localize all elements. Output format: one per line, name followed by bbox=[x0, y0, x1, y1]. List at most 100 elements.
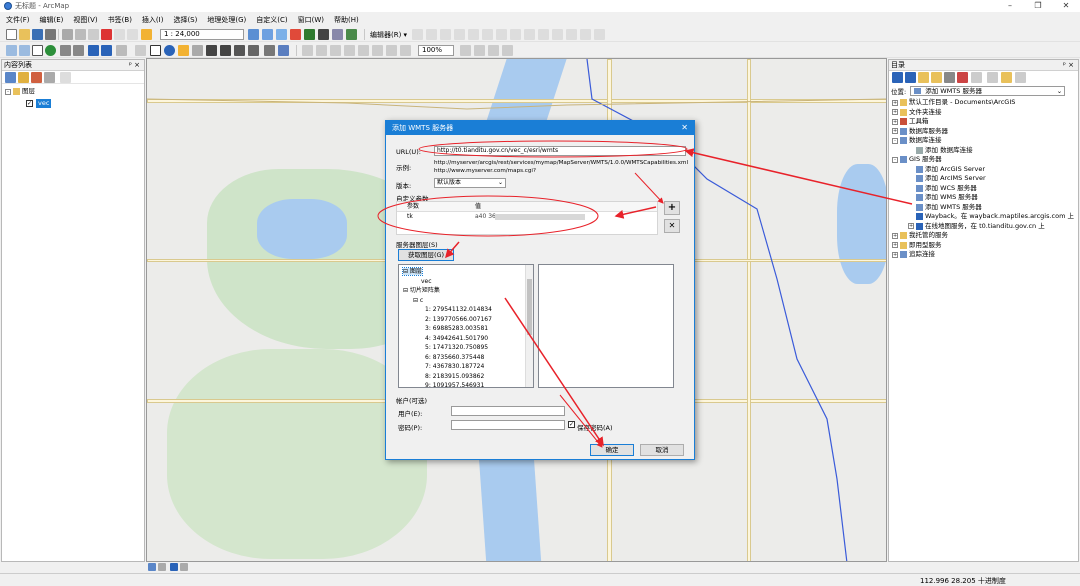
menu-item[interactable]: 书签(B) bbox=[108, 15, 132, 25]
open-folder-icon[interactable] bbox=[19, 29, 30, 40]
pan-icon[interactable] bbox=[32, 45, 43, 56]
list-by-source-icon[interactable] bbox=[18, 72, 29, 83]
vertex-icon[interactable] bbox=[524, 29, 535, 40]
rotate-icon[interactable] bbox=[482, 29, 493, 40]
tree-scrollbar[interactable] bbox=[525, 265, 533, 387]
catalog-tree-item[interactable]: + 在线地图服务，在 t0.tianditu.gov.cn 上 bbox=[892, 222, 1078, 232]
location-input[interactable]: 添加 WMTS 服务器 ⌄ bbox=[910, 85, 1066, 96]
params-row[interactable]: tk a40 36 bbox=[397, 212, 657, 222]
server-layer-tree-item[interactable]: 5: 17471320.750895 bbox=[399, 343, 533, 353]
collapse-icon[interactable]: - bbox=[892, 156, 898, 163]
menu-item[interactable]: 帮助(H) bbox=[334, 15, 359, 25]
url-input[interactable]: http://t0.tianditu.gov.cn/vec_c/esri/wmt… bbox=[434, 146, 686, 156]
disconnect-folder-icon[interactable] bbox=[957, 72, 968, 83]
reshape-icon[interactable] bbox=[538, 29, 549, 40]
layout-view-icon[interactable] bbox=[158, 563, 166, 571]
catalog-tree-item[interactable]: 添加 ArcIMS Server bbox=[892, 174, 1078, 184]
collapse-icon[interactable]: - bbox=[892, 137, 898, 144]
user-input[interactable] bbox=[451, 406, 565, 416]
cut-icon[interactable] bbox=[62, 29, 73, 40]
expand-icon[interactable]: + bbox=[892, 242, 898, 249]
trace-icon[interactable] bbox=[454, 29, 465, 40]
catalog-close-button[interactable]: ᵖ × bbox=[1063, 60, 1074, 71]
split-icon[interactable] bbox=[468, 29, 479, 40]
zoom-in-icon[interactable] bbox=[6, 45, 17, 56]
editor-menu[interactable]: 编辑器(R) ▾ bbox=[370, 30, 407, 40]
layout-back-icon[interactable] bbox=[400, 45, 411, 56]
layout-pan-icon[interactable] bbox=[330, 45, 341, 56]
clear-selection-icon[interactable] bbox=[135, 45, 146, 56]
identify-icon[interactable] bbox=[164, 45, 175, 56]
menu-item[interactable]: 地理处理(G) bbox=[207, 15, 246, 25]
new-document-icon[interactable] bbox=[6, 29, 17, 40]
select-features-icon[interactable] bbox=[116, 45, 127, 56]
minimize-button[interactable]: – bbox=[996, 0, 1024, 12]
goto-xy-icon[interactable] bbox=[248, 45, 259, 56]
data-driven-pages-icon[interactable] bbox=[502, 45, 513, 56]
layout-zoom-out-icon[interactable] bbox=[316, 45, 327, 56]
hyperlink-icon[interactable] bbox=[206, 45, 217, 56]
server-layer-tree-item[interactable]: 7: 4367830.187724 bbox=[399, 362, 533, 372]
location-dropdown-icon[interactable]: ⌄ bbox=[1057, 87, 1062, 95]
refresh-view-icon[interactable] bbox=[170, 563, 178, 571]
server-layer-tree-item[interactable]: ⊟ 图层 bbox=[399, 267, 533, 277]
password-input[interactable] bbox=[451, 420, 565, 430]
list-by-drawing-order-icon[interactable] bbox=[5, 72, 16, 83]
create-features-icon[interactable] bbox=[566, 29, 577, 40]
zoom-out-icon[interactable] bbox=[19, 45, 30, 56]
layout-zoom-select[interactable]: 100% bbox=[418, 45, 454, 56]
full-extent-icon[interactable] bbox=[45, 45, 56, 56]
find-icon[interactable] bbox=[178, 45, 189, 56]
catalog-metadata-icon[interactable] bbox=[1015, 72, 1026, 83]
brush-icon[interactable] bbox=[346, 29, 357, 40]
save-icon[interactable] bbox=[32, 29, 43, 40]
ok-button[interactable]: 确定 bbox=[590, 444, 634, 456]
data-view-icon[interactable] bbox=[148, 563, 156, 571]
pause-drawing-icon[interactable] bbox=[180, 563, 188, 571]
catalog-forward-icon[interactable] bbox=[905, 72, 916, 83]
menu-item[interactable]: 选择(S) bbox=[173, 15, 197, 25]
catalog-tree-item[interactable]: + 追踪连接 bbox=[892, 250, 1078, 260]
remove-param-button[interactable]: ✕ bbox=[664, 219, 680, 233]
catalog-tree-item[interactable]: Wayback。在 wayback.maptiles.arcgis.com 上 bbox=[892, 212, 1078, 222]
catalog-tree-item[interactable]: 添加 数据库连接 bbox=[892, 146, 1078, 156]
tree-scroll-thumb[interactable] bbox=[527, 279, 532, 335]
cut-polygon-icon[interactable] bbox=[552, 29, 563, 40]
catalog-tree-item[interactable]: + 即用型服务 bbox=[892, 241, 1078, 251]
catalog-views-icon[interactable] bbox=[971, 72, 982, 83]
paste-icon[interactable] bbox=[88, 29, 99, 40]
param-value[interactable]: a40 36 bbox=[475, 212, 496, 222]
catalog-options-icon[interactable] bbox=[1001, 72, 1012, 83]
attributes-icon[interactable] bbox=[496, 29, 507, 40]
expand-icon[interactable]: + bbox=[892, 118, 898, 125]
undo-icon[interactable] bbox=[114, 29, 125, 40]
expand-icon[interactable]: + bbox=[892, 251, 898, 258]
editor-toolbar-icon[interactable] bbox=[248, 29, 259, 40]
get-layers-button[interactable]: 获取图层(G) bbox=[398, 249, 454, 261]
server-layer-tree-item[interactable]: 8: 2183915.093862 bbox=[399, 372, 533, 382]
fixed-zoom-in-icon[interactable] bbox=[60, 45, 71, 56]
redo-icon[interactable] bbox=[127, 29, 138, 40]
layer-visibility-checkbox[interactable]: ✓ bbox=[26, 99, 33, 107]
python-icon[interactable] bbox=[318, 29, 329, 40]
dialog-close-button[interactable]: ✕ bbox=[681, 121, 688, 135]
param-key[interactable]: tk bbox=[407, 212, 413, 222]
expand-icon[interactable]: + bbox=[892, 99, 898, 106]
zoom-whole-page-icon[interactable] bbox=[344, 45, 355, 56]
list-by-visibility-icon[interactable] bbox=[31, 72, 42, 83]
menu-item[interactable]: 自定义(C) bbox=[256, 15, 287, 25]
server-layer-tree-item[interactable]: 6: 8735660.375448 bbox=[399, 353, 533, 363]
server-layer-tree-item[interactable]: ⊟ c bbox=[399, 296, 533, 306]
server-layer-tree-item[interactable]: 3: 69885283.003581 bbox=[399, 324, 533, 334]
model-builder-icon[interactable] bbox=[332, 29, 343, 40]
server-layer-tree-item[interactable]: 1: 279541132.014834 bbox=[399, 305, 533, 315]
layers-group[interactable]: - 图层 bbox=[5, 87, 144, 97]
back-extent-icon[interactable] bbox=[88, 45, 99, 56]
server-layer-tree-item[interactable]: 4: 34942641.501790 bbox=[399, 334, 533, 344]
measure-icon[interactable] bbox=[192, 45, 203, 56]
catalog-tree-item[interactable]: + 默认工作目录 - Documents\ArcGIS bbox=[892, 98, 1078, 108]
scale-select[interactable]: 1 : 24,000 bbox=[160, 29, 244, 40]
server-layers-tree[interactable]: ⊟ 图层 vec ⊟ 切片矩阵集 ⊟ c 1: 279541132.014834 2: 1… bbox=[398, 264, 534, 388]
straight-segment-icon[interactable] bbox=[440, 29, 451, 40]
add-data-icon[interactable] bbox=[141, 29, 152, 40]
